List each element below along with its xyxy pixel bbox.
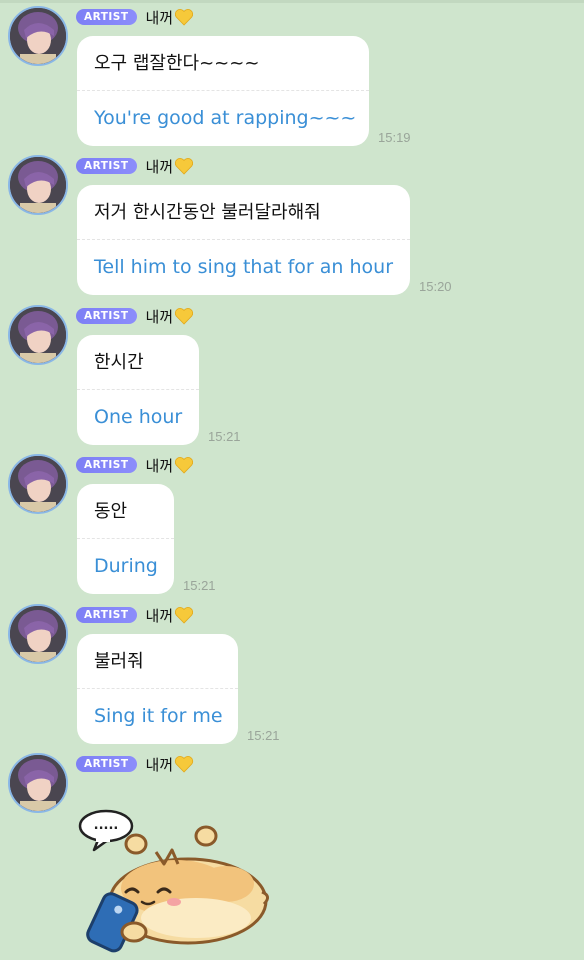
sender-name: 내꺼 [145, 606, 174, 625]
message-bubble[interactable]: 한시간 One hour [77, 335, 199, 445]
original-text: 동안 [77, 484, 174, 539]
yellow-heart-icon [175, 308, 194, 325]
avatar[interactable] [8, 155, 68, 215]
message-header: ARTIST 내꺼 [76, 603, 194, 627]
yellow-heart-icon [175, 158, 194, 175]
original-text: 한시간 [77, 335, 199, 390]
artist-badge: ARTIST [76, 9, 137, 25]
avatar-photo-icon [10, 157, 66, 213]
timestamp: 15:19 [378, 130, 411, 145]
avatar-photo-icon [10, 606, 66, 662]
yellow-heart-icon [175, 457, 194, 474]
sender-name: 내꺼 [145, 307, 174, 326]
translation-text: One hour [94, 406, 183, 428]
sender-name: 내꺼 [145, 456, 174, 475]
speech-text: ..... [94, 818, 119, 833]
artist-badge: ARTIST [76, 756, 137, 772]
timestamp: 15:21 [183, 578, 216, 593]
artist-badge: ARTIST [76, 607, 137, 623]
translation-text: Tell him to sing that for an hour [94, 256, 393, 278]
translation-text: During [94, 555, 158, 577]
yellow-heart-icon [175, 607, 194, 624]
avatar[interactable] [8, 454, 68, 514]
message-header: ARTIST 내꺼 [76, 304, 194, 328]
timestamp: 15:21 [208, 429, 241, 444]
message-bubble[interactable]: 오구 랩잘한다~~~~ You're good at rapping~~~ [77, 36, 369, 146]
hamster-phone-sticker[interactable]: ..... [76, 806, 276, 956]
message-header: ARTIST 내꺼 [76, 5, 194, 29]
message-bubble[interactable]: 불러줘 Sing it for me [77, 634, 238, 744]
avatar[interactable] [8, 753, 68, 813]
original-text: 불러줘 [77, 634, 238, 689]
sender-name: 내꺼 [145, 755, 174, 774]
timestamp: 15:20 [419, 279, 452, 294]
translation-text: You're good at rapping~~~ [94, 107, 357, 129]
translation-text: Sing it for me [94, 705, 223, 727]
avatar-photo-icon [10, 456, 66, 512]
avatar-photo-icon [10, 8, 66, 64]
message-header: ARTIST 내꺼 [76, 752, 194, 776]
yellow-heart-icon [175, 9, 194, 26]
avatar[interactable] [8, 305, 68, 365]
sender-name: 내꺼 [145, 157, 174, 176]
message-header: ARTIST 내꺼 [76, 453, 194, 477]
artist-badge: ARTIST [76, 308, 137, 324]
sender-name: 내꺼 [145, 8, 174, 27]
top-divider [0, 0, 584, 3]
artist-badge: ARTIST [76, 158, 137, 174]
original-text: 오구 랩잘한다~~~~ [77, 36, 369, 91]
avatar[interactable] [8, 604, 68, 664]
avatar[interactable] [8, 6, 68, 66]
original-text: 저거 한시간동안 불러달라해줘 [77, 185, 410, 240]
message-bubble[interactable]: 저거 한시간동안 불러달라해줘 Tell him to sing that fo… [77, 185, 410, 295]
artist-badge: ARTIST [76, 457, 137, 473]
avatar-photo-icon [10, 755, 66, 811]
avatar-photo-icon [10, 307, 66, 363]
message-header: ARTIST 내꺼 [76, 154, 194, 178]
message-bubble[interactable]: 동안 During [77, 484, 174, 594]
timestamp: 15:21 [247, 728, 280, 743]
yellow-heart-icon [175, 756, 194, 773]
